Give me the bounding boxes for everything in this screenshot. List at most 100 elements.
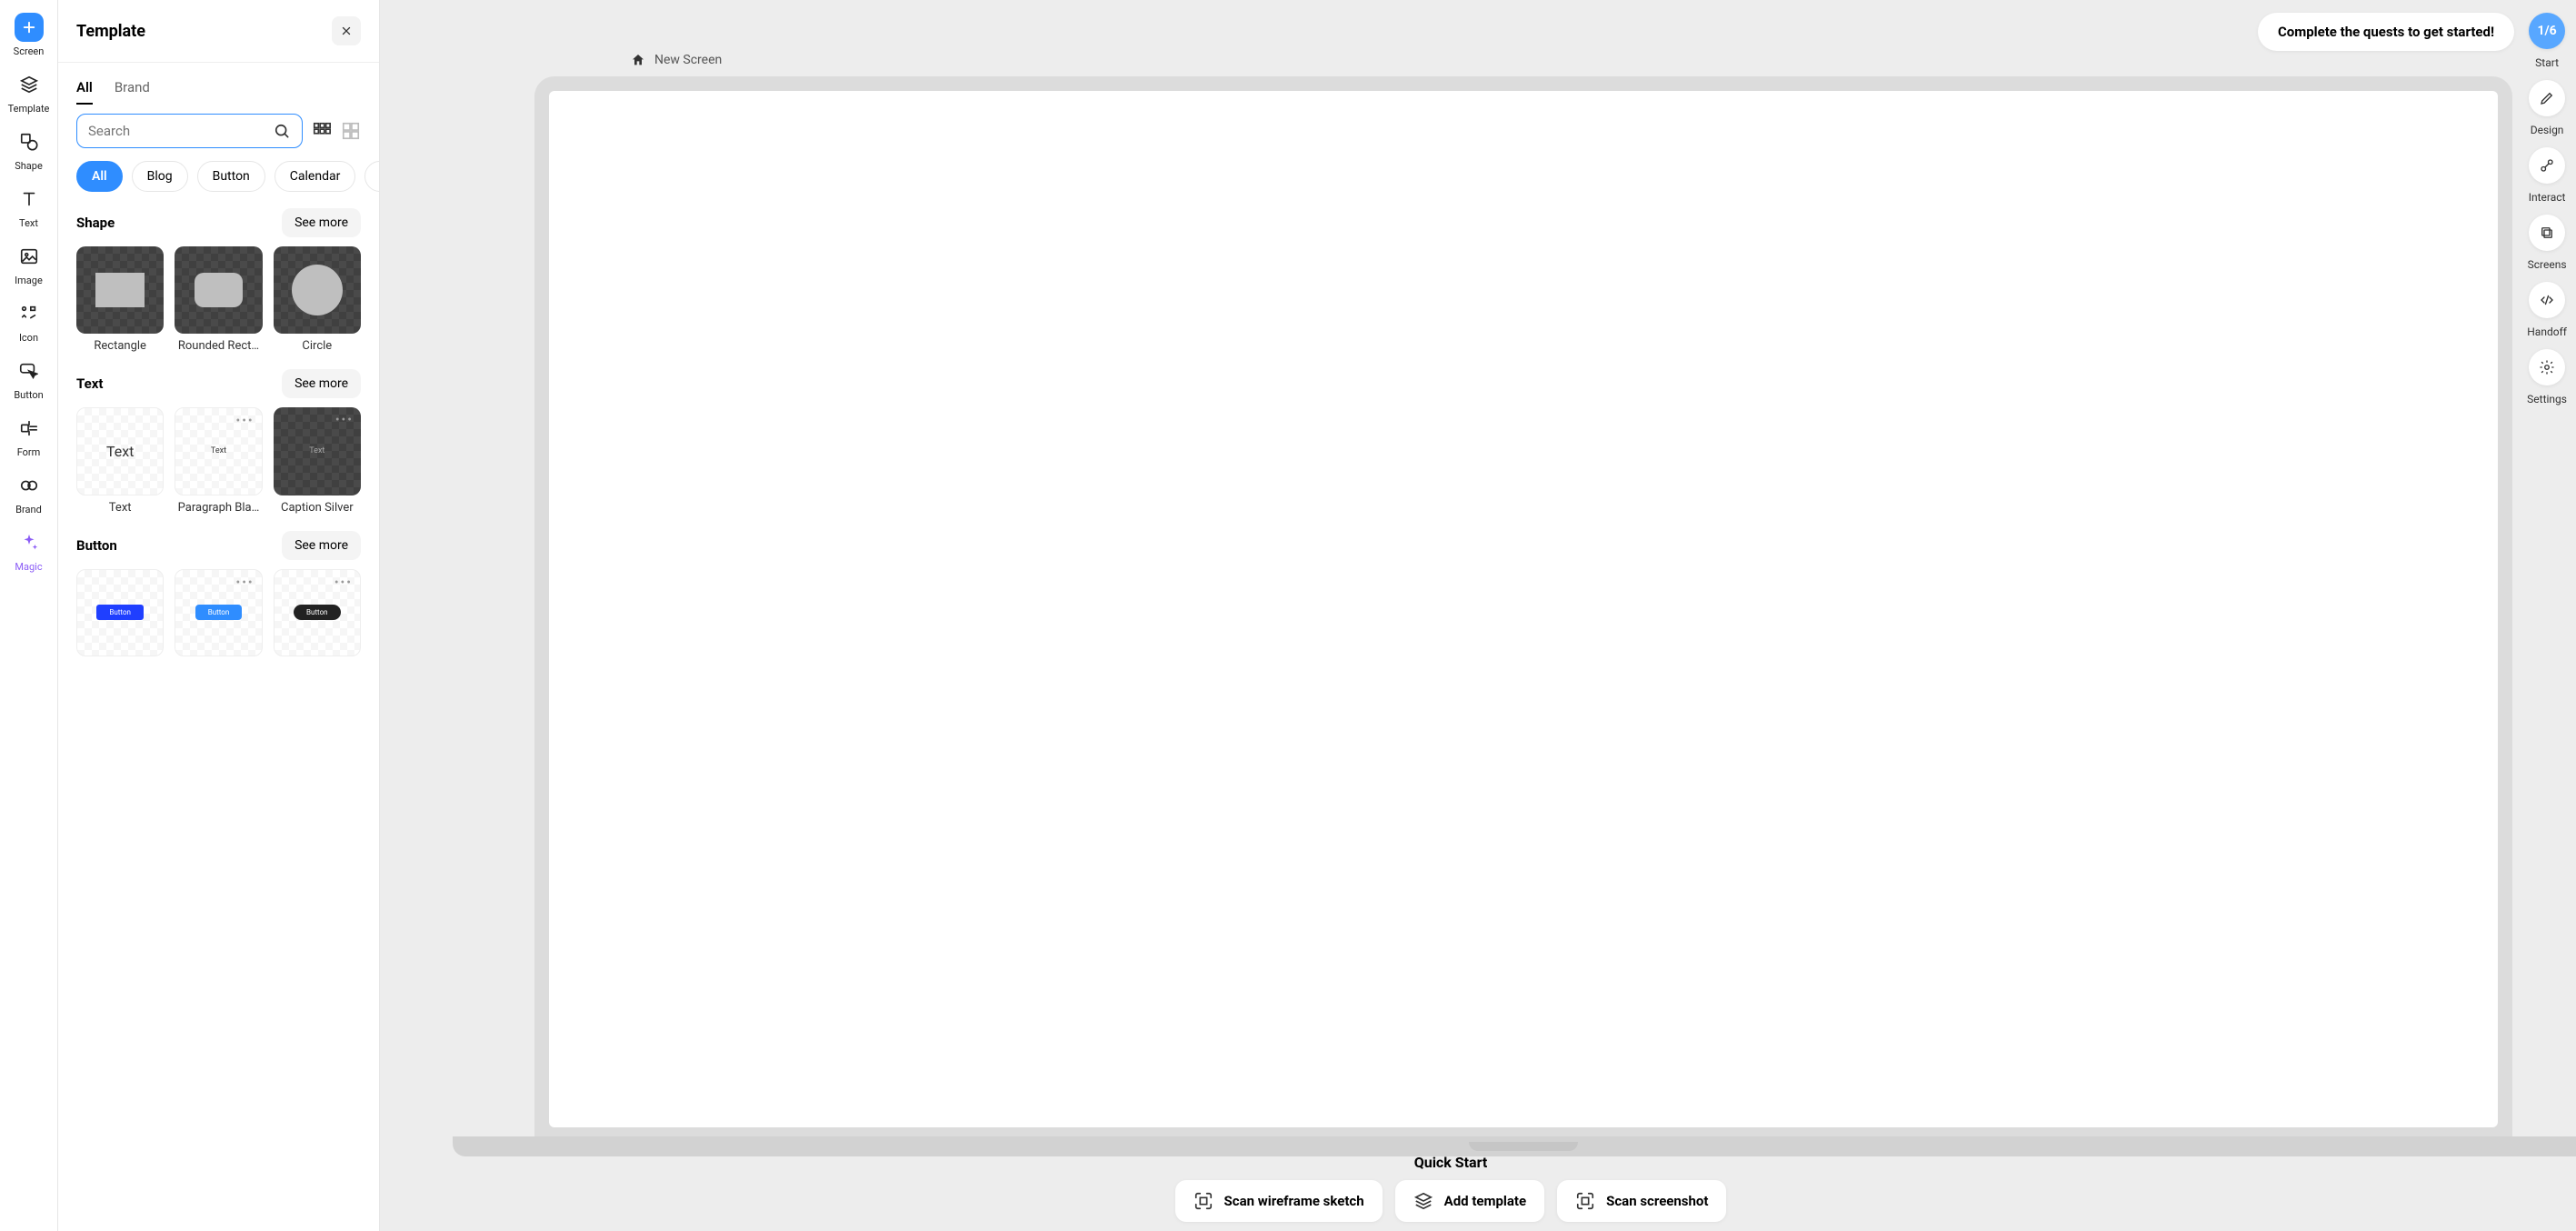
rail-label: Icon <box>19 332 38 344</box>
scan-wireframe-button[interactable]: Scan wireframe sketch <box>1175 1180 1383 1222</box>
thumb-button: Button <box>96 605 144 620</box>
card-label: Caption Silver <box>274 501 361 515</box>
chip-all[interactable]: All <box>76 161 123 192</box>
see-more-button[interactable]: See more <box>282 531 361 560</box>
close-button[interactable] <box>332 16 361 45</box>
add-template-button[interactable]: Add template <box>1395 1180 1544 1222</box>
rail-shape[interactable]: Shape <box>15 127 44 172</box>
handoff-button[interactable] <box>2529 282 2565 318</box>
thumb-button: Button <box>195 605 243 620</box>
text-icon <box>15 185 44 214</box>
quick-start-title: Quick Start <box>1414 1154 1488 1171</box>
tab-brand[interactable]: Brand <box>115 79 150 105</box>
breadcrumb[interactable]: New Screen <box>631 53 722 67</box>
form-icon <box>15 414 44 443</box>
rail-brand[interactable]: Brand <box>15 471 44 515</box>
cursor-icon <box>14 356 43 385</box>
thumb-button: Button <box>294 605 341 620</box>
card-label: Rectangle <box>76 339 164 353</box>
close-icon <box>340 25 353 37</box>
filter-chips: All Blog Button Calendar Ca <box>58 161 379 208</box>
chip-more[interactable]: Ca <box>364 161 379 192</box>
grid-3x3-icon[interactable] <box>312 121 332 141</box>
search-icon <box>273 122 291 140</box>
right-rail-label: Settings <box>2527 393 2567 405</box>
more-icon[interactable]: ••• <box>334 575 353 590</box>
right-rail: 1/6 Start Design Interact Screens Handof… <box>2527 13 2567 409</box>
template-paragraph-black[interactable]: ••• Text Paragraph Bla… <box>175 407 262 514</box>
layers-icon <box>15 70 44 99</box>
rail-icon[interactable]: Icon <box>15 299 44 344</box>
rail-magic[interactable]: Magic <box>15 528 44 573</box>
scan-screenshot-button[interactable]: Scan screenshot <box>1557 1180 1726 1222</box>
rail-label: Magic <box>15 561 42 573</box>
right-rail-label: Interact <box>2529 191 2566 204</box>
search-input-wrapper[interactable] <box>76 114 303 148</box>
card-label: Circle <box>274 339 361 353</box>
more-icon[interactable]: ••• <box>235 575 254 590</box>
settings-button[interactable] <box>2529 349 2565 385</box>
right-rail-label: Start <box>2535 56 2559 69</box>
pencil-icon <box>2539 90 2555 106</box>
template-caption-silver[interactable]: ••• Text Caption Silver <box>274 407 361 514</box>
see-more-shape[interactable]: See more <box>282 208 361 237</box>
rail-form[interactable]: Form <box>15 414 44 458</box>
rail-template[interactable]: Template <box>8 70 50 115</box>
rail-image[interactable]: Image <box>15 242 44 286</box>
more-icon[interactable]: ••• <box>235 414 254 428</box>
screens-button[interactable] <box>2529 215 2565 251</box>
gear-icon <box>2539 359 2555 375</box>
rail-label: Image <box>15 275 43 286</box>
rail-label: Button <box>14 389 43 401</box>
shapes-icon <box>15 127 44 156</box>
right-rail-label: Design <box>2531 124 2564 136</box>
device-frame[interactable] <box>534 76 2512 1162</box>
template-panel: Template All Brand All Blog Button Calen… <box>58 0 380 1231</box>
interact-button[interactable] <box>2529 147 2565 184</box>
thumb-text: Text <box>309 446 324 455</box>
rail-label: Screen <box>14 45 45 57</box>
left-rail: Screen Template Shape Text Image <box>0 0 58 1231</box>
progress-badge[interactable]: 1/6 <box>2529 13 2565 49</box>
link-icon <box>2539 157 2555 174</box>
design-button[interactable] <box>2529 80 2565 116</box>
rail-text[interactable]: Text <box>15 185 44 229</box>
right-rail-label: Screens <box>2528 258 2567 271</box>
card-label: Text <box>76 501 164 515</box>
section-text-title: Text <box>76 375 103 392</box>
grid-2x2-icon[interactable] <box>341 121 361 141</box>
code-icon <box>2539 292 2555 308</box>
home-icon <box>631 53 645 67</box>
template-button-black-pill[interactable]: ••• Button <box>274 569 361 656</box>
template-button-blue-round[interactable]: ••• Button <box>175 569 262 656</box>
template-button-blue-rect[interactable]: Button <box>76 569 164 656</box>
panel-tabs: All Brand <box>58 63 379 105</box>
search-input[interactable] <box>88 123 273 139</box>
breadcrumb-label: New Screen <box>654 53 722 67</box>
rail-button[interactable]: Button <box>14 356 43 401</box>
more-icon[interactable]: ••• <box>335 413 354 427</box>
card-label: Paragraph Bla… <box>175 501 262 515</box>
template-text[interactable]: Text Text <box>76 407 164 514</box>
sparkle-icon <box>15 528 44 557</box>
template-circle[interactable]: Circle <box>274 246 361 353</box>
chip-blog[interactable]: Blog <box>132 161 188 192</box>
brand-icon <box>15 471 44 500</box>
see-more-text[interactable]: See more <box>282 369 361 398</box>
scan-icon <box>1193 1191 1213 1211</box>
panel-title: Template <box>76 22 145 41</box>
template-rectangle[interactable]: Rectangle <box>76 246 164 353</box>
scan-icon <box>1575 1191 1595 1211</box>
chip-calendar[interactable]: Calendar <box>275 161 356 192</box>
button-label: Scan screenshot <box>1606 1193 1708 1209</box>
rail-screen[interactable]: Screen <box>14 13 45 57</box>
rail-label: Shape <box>15 160 43 172</box>
thumb-text: Text <box>211 446 226 455</box>
template-rounded-rect[interactable]: Rounded Rect… <box>175 246 262 353</box>
quests-banner[interactable]: Complete the quests to get started! <box>2258 13 2514 51</box>
chip-button[interactable]: Button <box>197 161 265 192</box>
button-label: Add template <box>1444 1193 1526 1209</box>
tab-all[interactable]: All <box>76 79 93 105</box>
rail-label: Template <box>8 103 50 115</box>
rail-label: Form <box>17 446 41 458</box>
